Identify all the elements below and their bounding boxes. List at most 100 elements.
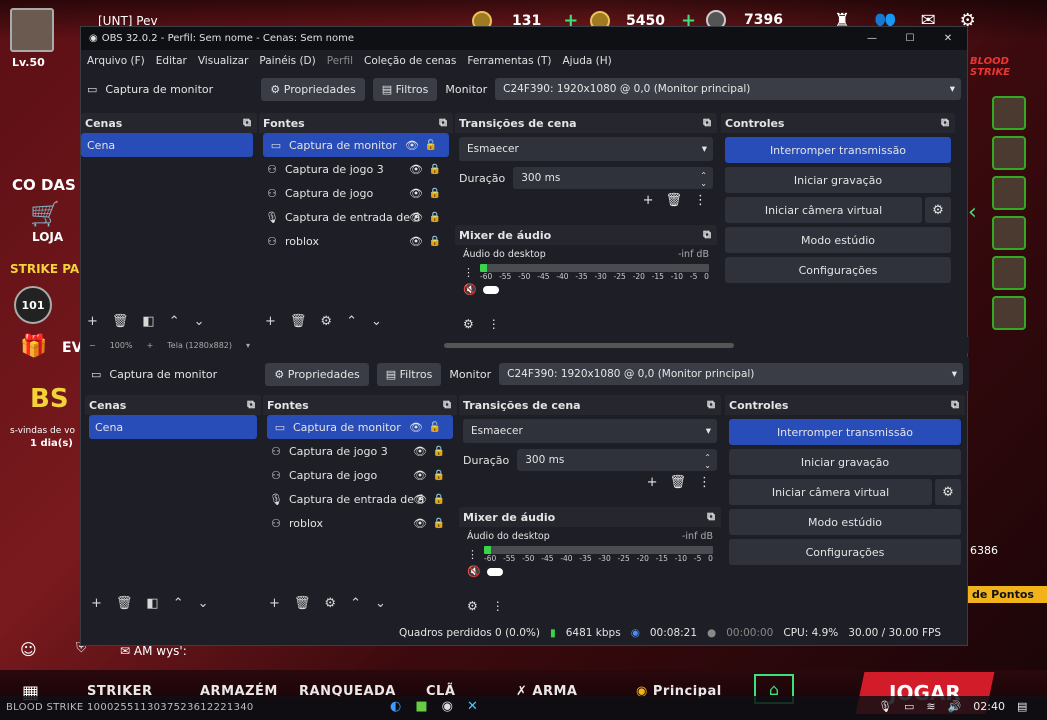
up-icon[interactable]: ⌃ [169, 314, 180, 329]
trash-icon[interactable]: 🗑 [290, 314, 307, 329]
trash-icon[interactable]: 🗑 [665, 193, 682, 208]
down-icon[interactable]: ⌄ [194, 314, 205, 329]
add-icon[interactable]: + [643, 193, 654, 208]
virtual-cam-settings-icon[interactable]: ⚙ [935, 479, 961, 505]
up-icon[interactable]: ⌃ [350, 596, 361, 611]
stop-stream-button[interactable]: Interromper transmissão [729, 419, 961, 445]
trash-icon[interactable]: 🗑 [112, 314, 129, 329]
undock-icon[interactable]: ⧉ [439, 116, 447, 130]
more-icon[interactable]: ⋮ [467, 548, 478, 561]
zoom-out-icon[interactable]: − [89, 341, 96, 350]
strike-pass-label[interactable]: STRIKE PA [10, 262, 79, 276]
chat-bubble-icon[interactable]: ▭ [904, 700, 914, 713]
transition-select[interactable]: Esmaecer ▾ [459, 137, 713, 161]
add-icon[interactable]: + [91, 596, 102, 611]
eye-icon[interactable]: 👁 [409, 187, 423, 200]
eye-icon[interactable]: 👁 [409, 211, 423, 224]
down-icon[interactable]: ⌄ [371, 314, 382, 329]
unlock-icon[interactable]: 🔓 [429, 422, 441, 433]
volume-icon[interactable]: 🔊 [948, 700, 962, 713]
obs-titlebar[interactable]: ◉ OBS 32.0.2 - Perfil: Sem nome - Cenas:… [81, 27, 967, 50]
spin-icon[interactable]: ⌃ ⌄ [700, 172, 707, 188]
add-icon[interactable]: + [269, 596, 280, 611]
source-item[interactable]: ▭ Captura de monitor 👁 🔓 [267, 415, 453, 439]
source-item[interactable]: 🎙 Captura de entrada de á 👁 🔒 [259, 205, 453, 229]
eye-icon[interactable]: 👁 [413, 445, 427, 458]
clock[interactable]: 02:40 [973, 700, 1005, 713]
properties-button[interactable]: ⚙ Propriedades [265, 362, 369, 386]
scene-item[interactable]: Cena [89, 415, 257, 439]
more-icon[interactable]: ⋮ [694, 193, 707, 208]
source-item[interactable]: ⚇ roblox 👁 🔒 [259, 229, 453, 253]
volume-slider-handle[interactable] [486, 567, 503, 576]
filter-icon[interactable]: ◧ [142, 314, 154, 329]
more-icon[interactable]: ⋮ [488, 317, 500, 331]
undock-icon[interactable]: ⧉ [951, 398, 959, 412]
trash-icon[interactable]: 🗑 [294, 596, 311, 611]
menu-paineis[interactable]: Painéis (D) [259, 55, 315, 67]
friend-avatar[interactable] [992, 176, 1026, 210]
lock-icon[interactable]: 🔒 [429, 188, 441, 199]
stop-stream-button[interactable]: Interromper transmissão [725, 137, 951, 163]
lock-icon[interactable]: 🔒 [429, 164, 441, 175]
edge-icon[interactable]: ◐ [390, 699, 401, 714]
trash-icon[interactable]: 🗑 [116, 596, 133, 611]
friend-avatar[interactable] [992, 136, 1026, 170]
undock-icon[interactable]: ⧉ [941, 116, 949, 130]
start-virtual-cam-button[interactable]: Iniciar câmera virtual [729, 479, 932, 505]
menu-visualizar[interactable]: Visualizar [198, 55, 249, 67]
filters-button[interactable]: ▤ Filtros [376, 362, 442, 386]
advanced-audio-icon[interactable]: ⚙ [467, 599, 478, 613]
h-scrollbar[interactable] [444, 342, 735, 348]
shop-label[interactable]: LOJA [32, 230, 63, 244]
mute-icon[interactable]: 🔇 [467, 565, 481, 578]
lock-icon[interactable]: 🔒 [433, 518, 445, 529]
badge-101[interactable]: 101 [14, 286, 52, 324]
wifi-icon[interactable]: ≋ [926, 700, 935, 713]
monitor-select[interactable]: C24F390: 1920x1080 @ 0,0 (Monitor princi… [495, 78, 961, 100]
start-recording-button[interactable]: Iniciar gravação [725, 167, 951, 193]
mic-icon[interactable]: 🎙 [878, 700, 892, 713]
lock-icon[interactable]: 🔒 [429, 236, 441, 247]
studio-mode-button[interactable]: Modo estúdio [725, 227, 951, 253]
source-item[interactable]: ⚇ Captura de jogo 👁 🔒 [259, 181, 453, 205]
more-icon[interactable]: ⋮ [698, 475, 711, 490]
properties-button[interactable]: ⚙ Propriedades [261, 77, 365, 101]
filters-button[interactable]: ▤ Filtros [372, 77, 438, 101]
spin-icon[interactable]: ⌃ ⌄ [704, 454, 711, 470]
lock-icon[interactable]: 🔒 [429, 212, 441, 223]
duration-input[interactable]: 300 ms ⌃ ⌄ [513, 167, 713, 189]
lock-icon[interactable]: 🔒 [433, 446, 445, 457]
more-icon[interactable]: ⋮ [463, 266, 474, 279]
eye-icon[interactable]: 👁 [413, 517, 427, 530]
lock-icon[interactable]: 🔒 [433, 470, 445, 481]
undock-icon[interactable]: ⧉ [247, 398, 255, 412]
eye-icon[interactable]: 👁 [409, 235, 423, 248]
filter-icon[interactable]: ◧ [146, 596, 158, 611]
unlock-icon[interactable]: 🔓 [425, 140, 437, 151]
undock-icon[interactable]: ⧉ [243, 116, 251, 130]
gear-icon[interactable]: ⚙ [320, 314, 332, 329]
source-item[interactable]: ⚇ Captura de jogo 👁 🔒 [263, 463, 457, 487]
down-icon[interactable]: ⌄ [198, 596, 209, 611]
source-item[interactable]: ▭ Captura de monitor 👁 🔓 [263, 133, 449, 157]
obs-icon[interactable]: ◉ [442, 699, 453, 714]
up-icon[interactable]: ⌃ [346, 314, 357, 329]
emoji-icon[interactable]: ☺ [20, 640, 37, 659]
advanced-audio-icon[interactable]: ⚙ [463, 317, 474, 331]
source-item[interactable]: ⚇ Captura de jogo 3 👁 🔒 [259, 157, 453, 181]
zoom-in-icon[interactable]: + [147, 341, 154, 350]
eye-icon[interactable]: 👁 [413, 469, 427, 482]
undock-icon[interactable]: ⧉ [707, 398, 715, 412]
settings-button[interactable]: Configurações [725, 257, 951, 283]
chevron-down-icon[interactable]: ▾ [246, 341, 250, 350]
menu-editar[interactable]: Editar [156, 55, 187, 67]
eye-icon[interactable]: 👁 [409, 421, 423, 434]
source-item[interactable]: ⚇ Captura de jogo 3 👁 🔒 [263, 439, 457, 463]
gear-icon[interactable]: ⚙ [324, 596, 336, 611]
menu-colecao[interactable]: Coleção de cenas [364, 55, 456, 67]
gift-icon[interactable]: 🎁 [20, 334, 47, 359]
mute-icon[interactable]: 🔇 [463, 283, 477, 296]
maximize-icon[interactable]: ☐ [891, 33, 929, 44]
friend-avatar[interactable] [992, 296, 1026, 330]
